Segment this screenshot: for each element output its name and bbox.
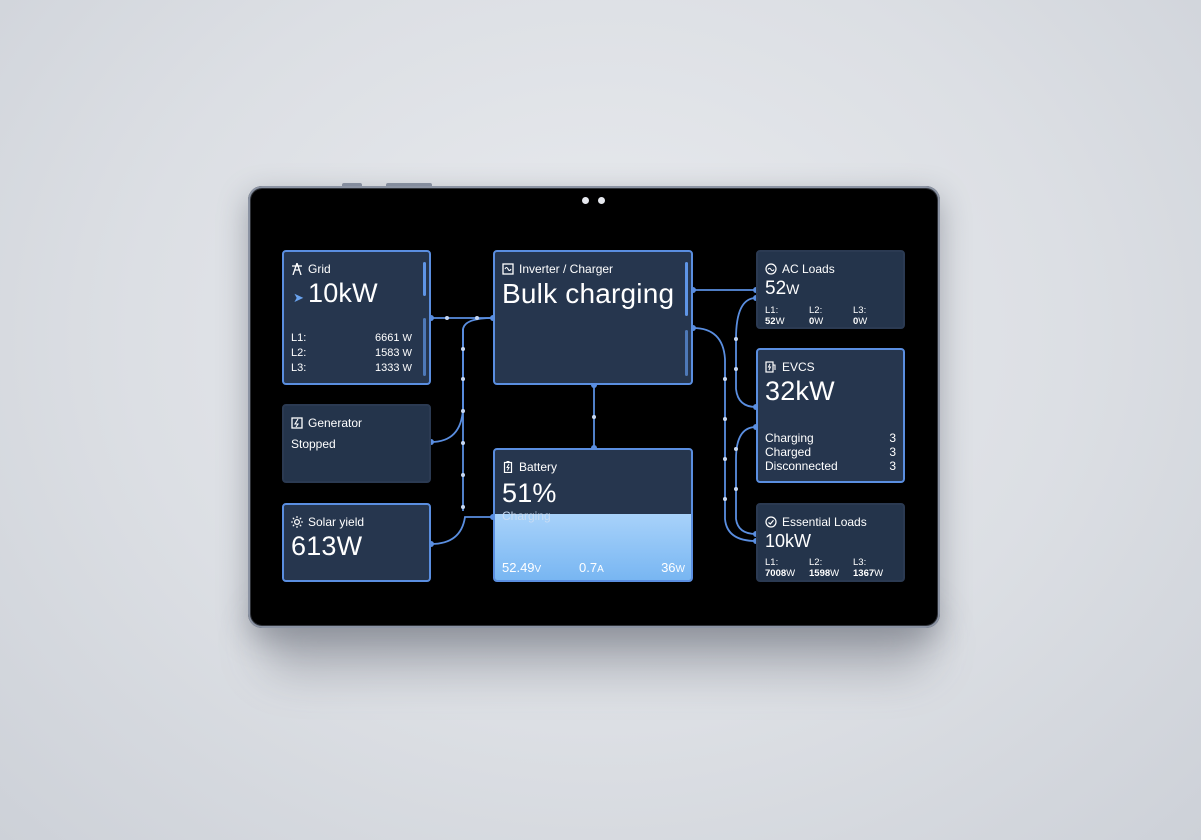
evcs-charging-row: Charging 3 — [765, 431, 896, 445]
acloads-to-evcs-line — [735, 297, 757, 408]
inverter-scrollbar-track — [685, 330, 688, 376]
evcs-power: 32kW — [765, 376, 835, 406]
evcs-card[interactable]: EVCS 32kW Charging 3 Charged 3 Disconnecte… — [756, 348, 905, 483]
battery-soc: 51% — [502, 478, 557, 508]
essential-l1: L1: 7008W — [765, 557, 796, 579]
inverter-card[interactable]: Inverter / Charger Bulk charging — [493, 250, 693, 385]
power-tower-icon — [291, 263, 303, 275]
grid-scrollbar-track — [423, 318, 426, 376]
grid-scrollbar[interactable] — [423, 262, 426, 296]
evcs-to-essential-line — [735, 426, 757, 535]
grid-l1-row: L1: 6661 W — [291, 332, 412, 344]
battery-current: 0.7A — [579, 560, 604, 575]
battery-voltage: 52.49V — [502, 560, 542, 575]
solar-card[interactable]: Solar yield 613W — [282, 503, 431, 582]
solar-to-battery-line — [430, 516, 493, 545]
grid-card[interactable]: Grid ➤ 10kW L1: 6661 W L2: 1583 W L3: 1333 … — [282, 250, 431, 385]
inverter-title: Inverter / Charger — [502, 262, 613, 276]
play-arrow-icon: ➤ — [293, 290, 304, 305]
ac-loads-title: AC Loads — [765, 262, 835, 276]
inverter-state: Bulk charging — [502, 278, 675, 309]
solar-title: Solar yield — [291, 515, 364, 529]
generator-card[interactable]: Generator Stopped — [282, 404, 431, 483]
essential-loads-title: Essential Loads — [765, 515, 867, 529]
grid-l2-row: L2: 1583 W — [291, 347, 412, 359]
essential-l2: L2: 1598W — [809, 557, 840, 579]
battery-card[interactable]: Battery 51% Charging 52.49V 0.7A 36W — [493, 448, 693, 582]
ac-loads-card[interactable]: AC Loads 52W L1: 52W L2: 0W L3: 0W — [756, 250, 905, 329]
sun-icon — [291, 516, 303, 528]
inverter-icon — [502, 263, 514, 275]
essential-loads-icon — [765, 516, 777, 528]
dashboard-screen: Grid ➤ 10kW L1: 6661 W L2: 1583 W L3: 1333 … — [251, 189, 937, 625]
evcs-title: EVCS — [765, 360, 815, 374]
evcs-disconnected-row: Disconnected 3 — [765, 459, 896, 473]
battery-icon — [502, 461, 514, 473]
generator-icon — [291, 417, 303, 429]
battery-power: 36W — [661, 560, 685, 575]
essential-l3: L3: 1367W — [853, 557, 884, 579]
inverter-to-essential-line — [692, 327, 757, 542]
solar-power: 613W — [291, 531, 363, 561]
grid-title: Grid — [291, 262, 331, 276]
ev-charger-icon — [765, 361, 777, 373]
grid-l3-row: L3: 1333 W — [291, 362, 412, 374]
evcs-charged-row: Charged 3 — [765, 445, 896, 459]
ac-loads-power: 52W — [765, 278, 800, 299]
inverter-scrollbar[interactable] — [685, 262, 688, 316]
ac-loads-l1: L1: 52W — [765, 305, 785, 327]
grid-power: 10kW — [308, 278, 378, 308]
ac-loads-l2: L2: 0W — [809, 305, 824, 327]
battery-status: Charging — [502, 509, 551, 523]
generator-title: Generator — [291, 416, 362, 430]
ac-loads-l3: L3: 0W — [853, 305, 868, 327]
generator-status: Stopped — [291, 437, 336, 451]
battery-title: Battery — [502, 460, 557, 474]
ac-wave-icon — [765, 263, 777, 275]
essential-loads-power: 10kW — [765, 531, 812, 551]
essential-loads-card[interactable]: Essential Loads 10kW L1: 7008W L2: 1598W L… — [756, 503, 905, 582]
